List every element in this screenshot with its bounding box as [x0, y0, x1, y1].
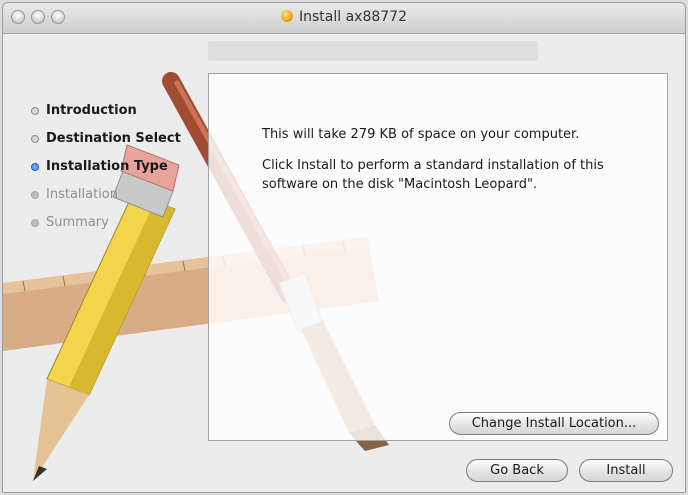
- step-label: Installation: [46, 187, 119, 202]
- go-back-button[interactable]: Go Back: [466, 459, 568, 482]
- installation-steps-list: Introduction Destination Select Installa…: [31, 97, 181, 237]
- step-installation: Installation: [31, 181, 181, 209]
- install-button[interactable]: Install: [579, 459, 673, 482]
- install-instruction-text: Click Install to perform a standard inst…: [262, 158, 604, 192]
- step-label: Installation Type: [46, 159, 168, 174]
- step-summary: Summary: [31, 209, 181, 237]
- step-done-bullet-icon: [31, 107, 39, 115]
- step-destination-select: Destination Select: [31, 125, 181, 153]
- step-pending-bullet-icon: [31, 191, 39, 199]
- title-bar[interactable]: Install ax88772: [3, 3, 685, 34]
- step-pending-bullet-icon: [31, 219, 39, 227]
- step-current-bullet-icon: [31, 163, 39, 171]
- change-install-location-button[interactable]: Change Install Location...: [449, 412, 659, 435]
- package-icon: [281, 10, 293, 22]
- step-done-bullet-icon: [31, 135, 39, 143]
- step-label: Introduction: [46, 103, 137, 118]
- step-label: Summary: [46, 215, 109, 230]
- step-installation-type: Installation Type: [31, 153, 181, 181]
- window-title: Install ax88772: [299, 9, 407, 25]
- window-title-wrap: Install ax88772: [3, 9, 685, 25]
- content-panel: This will take 279 KB of space on your c…: [208, 73, 668, 441]
- step-label: Destination Select: [46, 131, 181, 146]
- step-introduction: Introduction: [31, 97, 181, 125]
- space-required-text: This will take 279 KB of space on your c…: [262, 127, 580, 142]
- installer-window: Install ax88772 Introduction Destination…: [2, 2, 686, 493]
